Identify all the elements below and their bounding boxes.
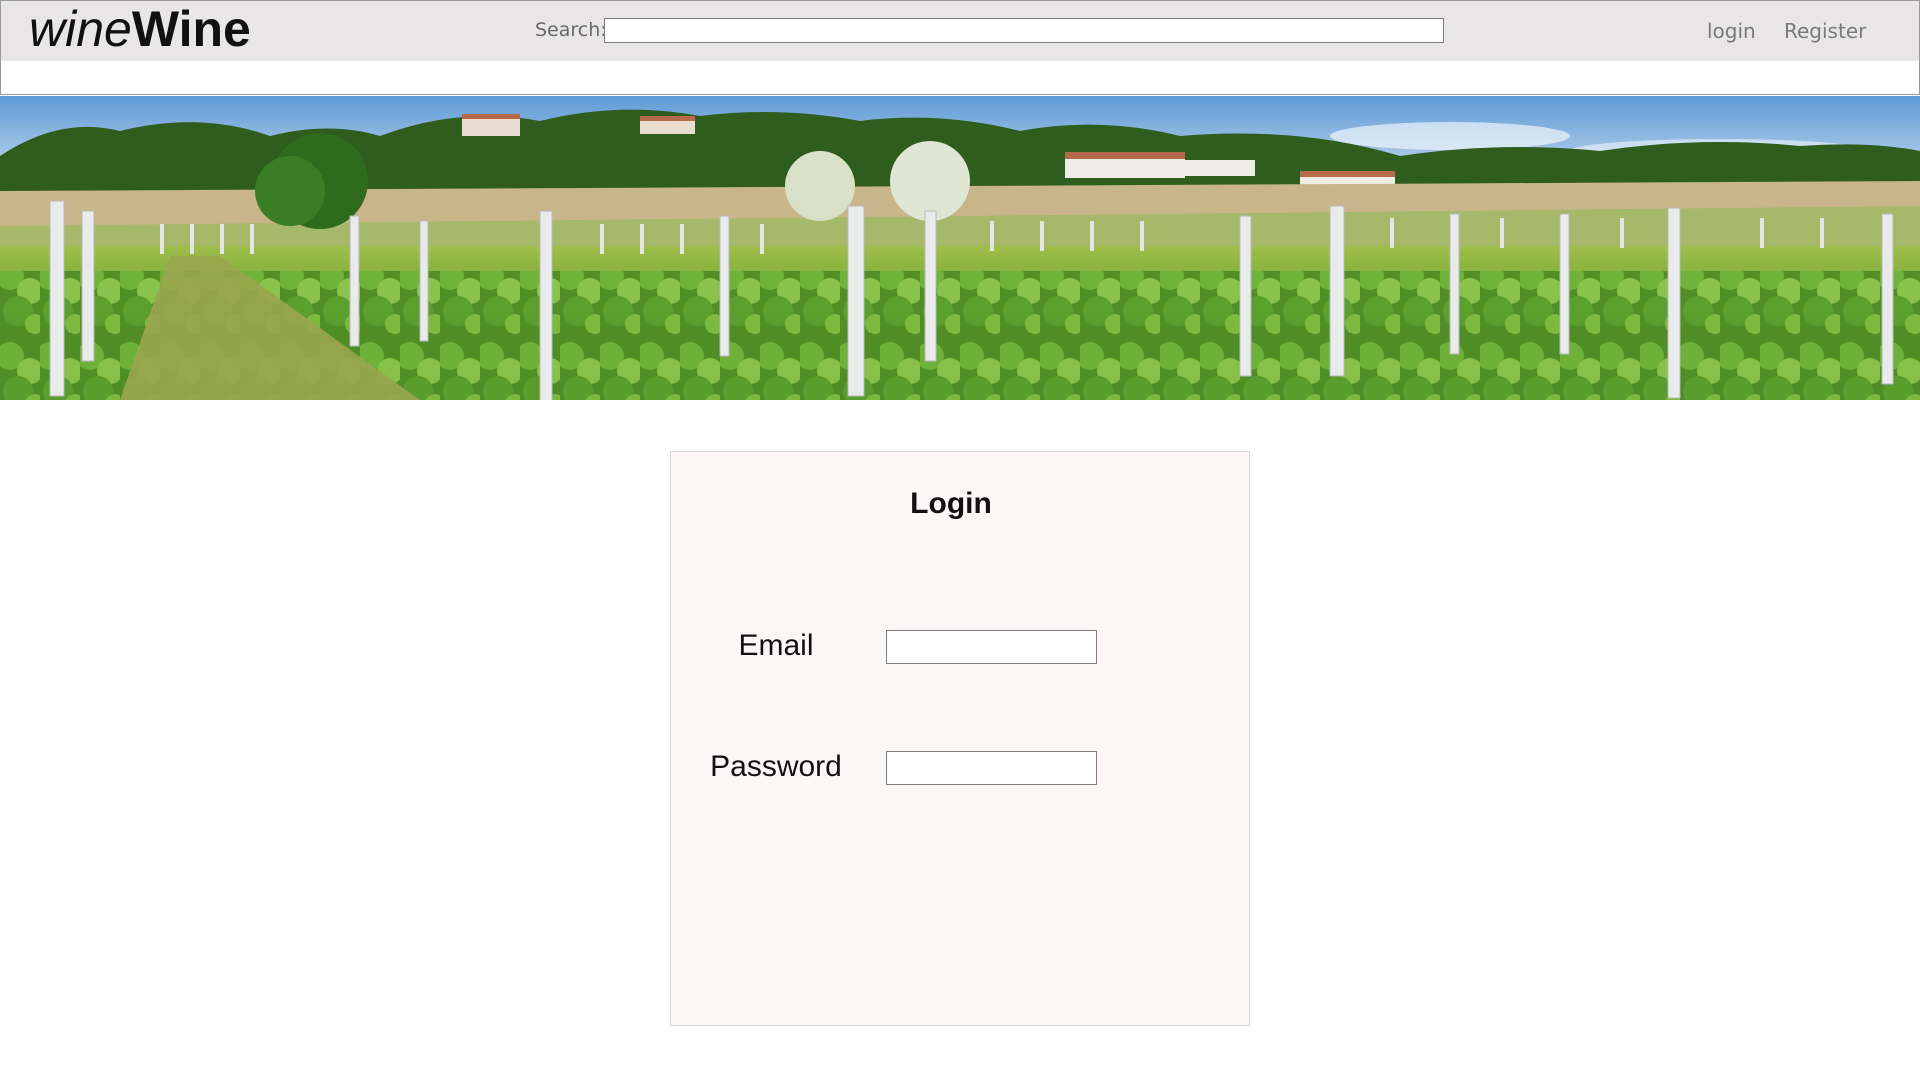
login-link[interactable]: login (1707, 19, 1756, 43)
login-card: Login Email Password (670, 451, 1250, 1026)
register-link[interactable]: Register (1784, 19, 1866, 43)
password-label: Password (710, 750, 842, 783)
vineyard-banner (0, 96, 1920, 400)
search-label: Search: (535, 19, 607, 41)
login-title: Login (910, 487, 992, 520)
site-logo[interactable]: wineWine (29, 1, 251, 57)
logo-text-light: wine (29, 1, 132, 57)
top-header: wineWine Search: login Register (0, 0, 1920, 62)
logo-text-bold: Wine (131, 1, 251, 57)
vineyard-banner-image (0, 96, 1920, 400)
search-input[interactable] (604, 18, 1444, 43)
email-field[interactable] (886, 630, 1097, 664)
sub-header-bar (0, 61, 1920, 95)
password-field[interactable] (886, 751, 1097, 785)
email-label: Email (738, 629, 814, 662)
